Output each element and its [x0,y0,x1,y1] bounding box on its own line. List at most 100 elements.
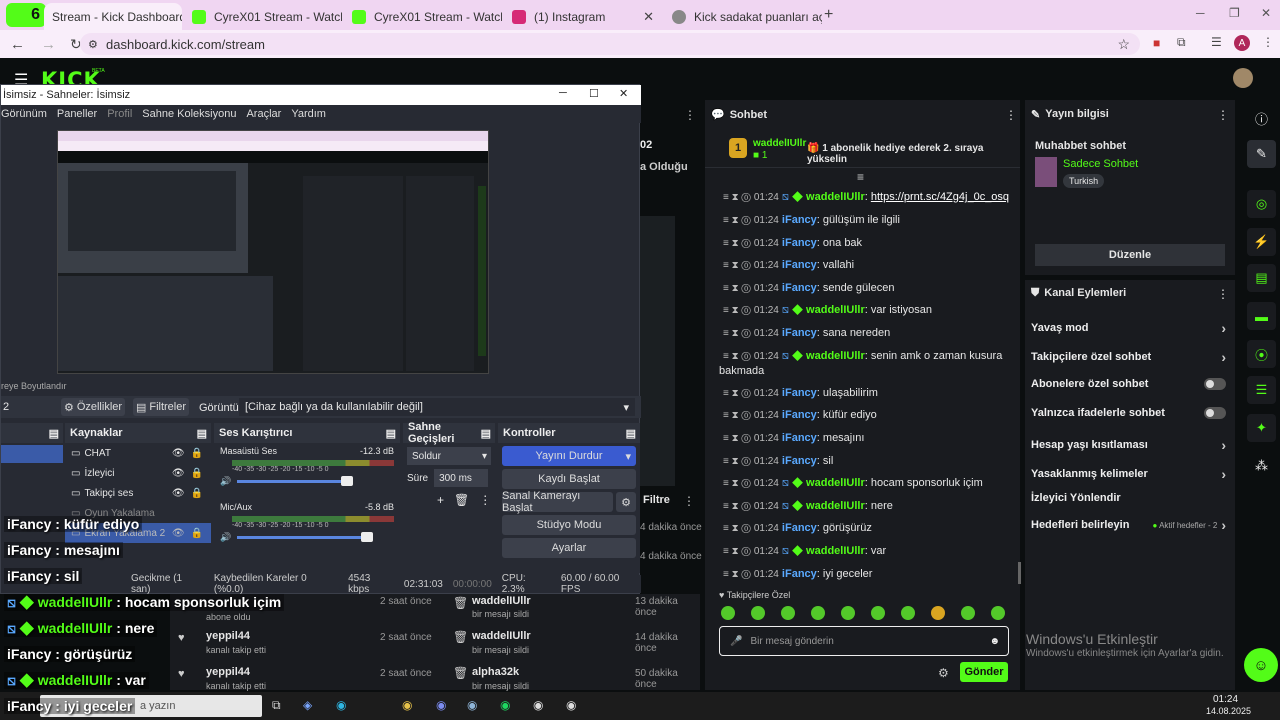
tab-instagram[interactable]: (1) Instagram ✕ [504,3,662,30]
emote-icon[interactable] [781,606,795,620]
more-options-icon[interactable]: ⋮ [1217,287,1229,301]
send-button[interactable]: Gönder [960,662,1008,682]
mic-icon[interactable]: 🎤 [730,636,742,647]
trash-icon[interactable]: 🗑 [454,493,469,507]
forward-icon[interactable]: → [41,36,56,53]
reading-list-icon[interactable]: ☰ [1211,35,1222,49]
collapse-icon[interactable]: ≡ [857,170,864,184]
start-virtual-camera-button[interactable]: Sanal Kamerayı Başlat [502,490,613,514]
chevron-down-icon[interactable]: ▾ [625,450,631,463]
chat-bubble-icon[interactable]: ▬ [1247,302,1276,330]
profile-avatar[interactable]: A [1234,35,1250,51]
lightning-icon[interactable]: ⚡ [1247,228,1276,256]
dock-menu-icon[interactable]: ▤ [386,427,396,440]
gear-icon[interactable]: ⚙ [938,666,949,680]
add-icon[interactable]: + [437,493,444,507]
chat-message[interactable]: ≡ ⧗ ⓪ 01:24 ⧅ ◆ waddelIUllr: nere [705,499,1020,514]
extension-icon[interactable]: ■ [1153,36,1160,50]
url-field[interactable]: ⚙ dashboard.kick.com/stream ☆ [80,33,1140,55]
minimize-icon[interactable]: ─ [559,87,567,99]
duration-input[interactable]: 300 ms [434,469,489,487]
chat-message[interactable]: ≡ ⧗ ⓪ 01:24 iFancy: sil [705,454,1020,469]
tab-kick-dashboard[interactable]: Stream - Kick Dashboard ✕ [44,3,182,30]
lock-icon[interactable]: 🔒 [191,528,203,539]
action-followers-only[interactable]: Takipçilere özel sohbet › [1031,349,1226,365]
menu-araclar[interactable]: Araçlar [246,108,281,120]
clipboard-icon[interactable]: ▤ [1247,264,1276,292]
chat-message[interactable]: ≡ ⧗ ⓪ 01:24 ⧅ ◆ waddelIUllr: hocam spons… [705,476,1020,491]
chat-message[interactable]: ≡ ⧗ ⓪ 01:24 iFancy: ulaşabilirim [705,386,1020,401]
back-icon[interactable]: ← [10,36,25,53]
chat-message[interactable]: ≡ ⧗ ⓪ 01:24 iFancy: görüşürüz [705,521,1020,536]
emote-icon[interactable] [901,606,915,620]
lock-icon[interactable]: 🔒 [191,488,203,499]
eye-icon[interactable]: 👁 [172,488,185,499]
layout-icon[interactable]: ☰ [1247,376,1276,404]
dock-menu-icon[interactable]: ▤ [626,427,636,440]
chat-message[interactable]: ≡ ⧗ ⓪ 01:24 ⧅ ◆ waddelIUllr: senin amk o… [705,349,1020,378]
source-item[interactable]: ▭ İzleyici 👁 🔒 [65,463,211,483]
volume-slider[interactable] [237,476,354,486]
dock-menu-icon[interactable]: ▤ [481,427,491,440]
new-tab-icon[interactable]: + [824,6,833,24]
emote-icon[interactable] [811,606,825,620]
wrench-icon[interactable]: ✦ [1247,414,1276,442]
action-account-age[interactable]: Hesap yaşı kısıtlaması › [1031,437,1226,453]
more-options-icon[interactable]: ⋮ [479,493,491,507]
maximize-icon[interactable]: ☐ [589,87,599,100]
chat-message[interactable]: ≡ ⧗ ⓪ 01:24 iFancy: vallahi [705,258,1020,273]
tab-cyrex-1[interactable]: CyreX01 Stream - Watch Live o ✕ [184,3,342,30]
tag-badge[interactable]: Turkish [1063,174,1105,188]
minimize-icon[interactable]: ─ [1196,6,1205,20]
chat-message[interactable]: ≡ ⧗ ⓪ 01:24 iFancy: gülüşüm ile ilgili [705,213,1020,228]
eye-icon[interactable]: 👁 [172,528,185,539]
lock-icon[interactable]: 🔒 [191,448,203,459]
action-subscribers-only[interactable]: Abonelere özel sohbet [1031,378,1226,390]
stop-stream-button[interactable]: Yayını Durdur ▾ [502,446,636,466]
site-info-icon[interactable]: ⚙ [88,38,98,51]
close-icon[interactable]: ✕ [619,87,628,100]
filters-button[interactable]: ▤ Filtreler [133,398,189,416]
target-icon[interactable]: ◎ [1247,190,1276,218]
more-options-icon[interactable]: ⋮ [1217,108,1229,122]
studio-mode-button[interactable]: Stüdyo Modu [502,515,636,535]
action-goals[interactable]: Hedefleri belirleyin ● Aktif hedefler - 2… [1031,517,1226,533]
gear-icon[interactable]: ⚙ [616,492,636,512]
info-icon[interactable]: ⓘ [1247,104,1276,132]
menu-profil[interactable]: Profil [107,108,132,120]
chat-message[interactable]: ≡ ⧗ ⓪ 01:24 ⧅ ◆ waddelIUllr: https://prn… [705,190,1020,205]
properties-button[interactable]: ⚙ Özellikler [61,398,125,416]
emoji-icon[interactable]: ☻ [989,636,1000,647]
lock-icon[interactable]: 🔒 [191,468,203,479]
volume-slider[interactable] [237,532,374,542]
settings-button[interactable]: Ayarlar [502,538,636,558]
close-window-icon[interactable]: ✕ [1261,6,1271,20]
action-host[interactable]: İzleyici Yönlendir [1031,492,1226,504]
chrome-icon[interactable]: ◉ [402,698,412,712]
tab-cyrex-2[interactable]: CyreX01 Stream - Watch Live o ✕ [344,3,502,30]
task-view-icon[interactable]: ⧉ [272,698,281,713]
menu-paneller[interactable]: Paneller [57,108,97,120]
more-options-icon[interactable]: ⋮ [683,494,695,508]
emote-icon[interactable] [721,606,735,620]
chat-message[interactable]: ≡ ⧗ ⓪ 01:24 iFancy: sende gülecen [705,281,1020,296]
menu-sahne-koleksiyonu[interactable]: Sahne Koleksiyonu [142,108,236,120]
menu-gorunum[interactable]: Görünüm [1,108,47,120]
chat-input[interactable]: 🎤 Bir mesaj gönderin ☻ [719,626,1009,656]
pinned-leaderboard[interactable]: 1 waddelIUllr ■ 1 🎁 1 abonelik hediye ed… [705,128,1020,168]
activity-filter-label[interactable]: Filtre [643,494,670,506]
chat-message[interactable]: ≡ ⧗ ⓪ 01:24 ⧅ ◆ waddelIUllr: var [705,544,1020,559]
emote-icon[interactable] [991,606,1005,620]
close-icon[interactable]: ✕ [637,9,654,25]
chat-message[interactable]: ≡ ⧗ ⓪ 01:24 iFancy: sana nereden [705,326,1020,341]
start-recording-button[interactable]: Kaydı Başlat [502,469,636,489]
eye-icon[interactable]: 👁 [172,448,185,459]
support-chat-icon[interactable]: ☺ [1244,648,1278,682]
nodes-icon[interactable]: ⁂ [1247,452,1276,480]
tab-kick-sadakat[interactable]: Kick sadakat puanları açma ✕ [664,3,822,30]
action-banned-words[interactable]: Yasaklanmış kelimeler › [1031,466,1226,482]
speaker-icon[interactable]: 🔊 [220,532,231,543]
broadcast-icon[interactable]: ⦿ [1247,340,1276,368]
transition-select[interactable]: Soldur ▾ [407,447,491,465]
action-slow-mode[interactable]: Yavaş mod › [1031,320,1226,336]
